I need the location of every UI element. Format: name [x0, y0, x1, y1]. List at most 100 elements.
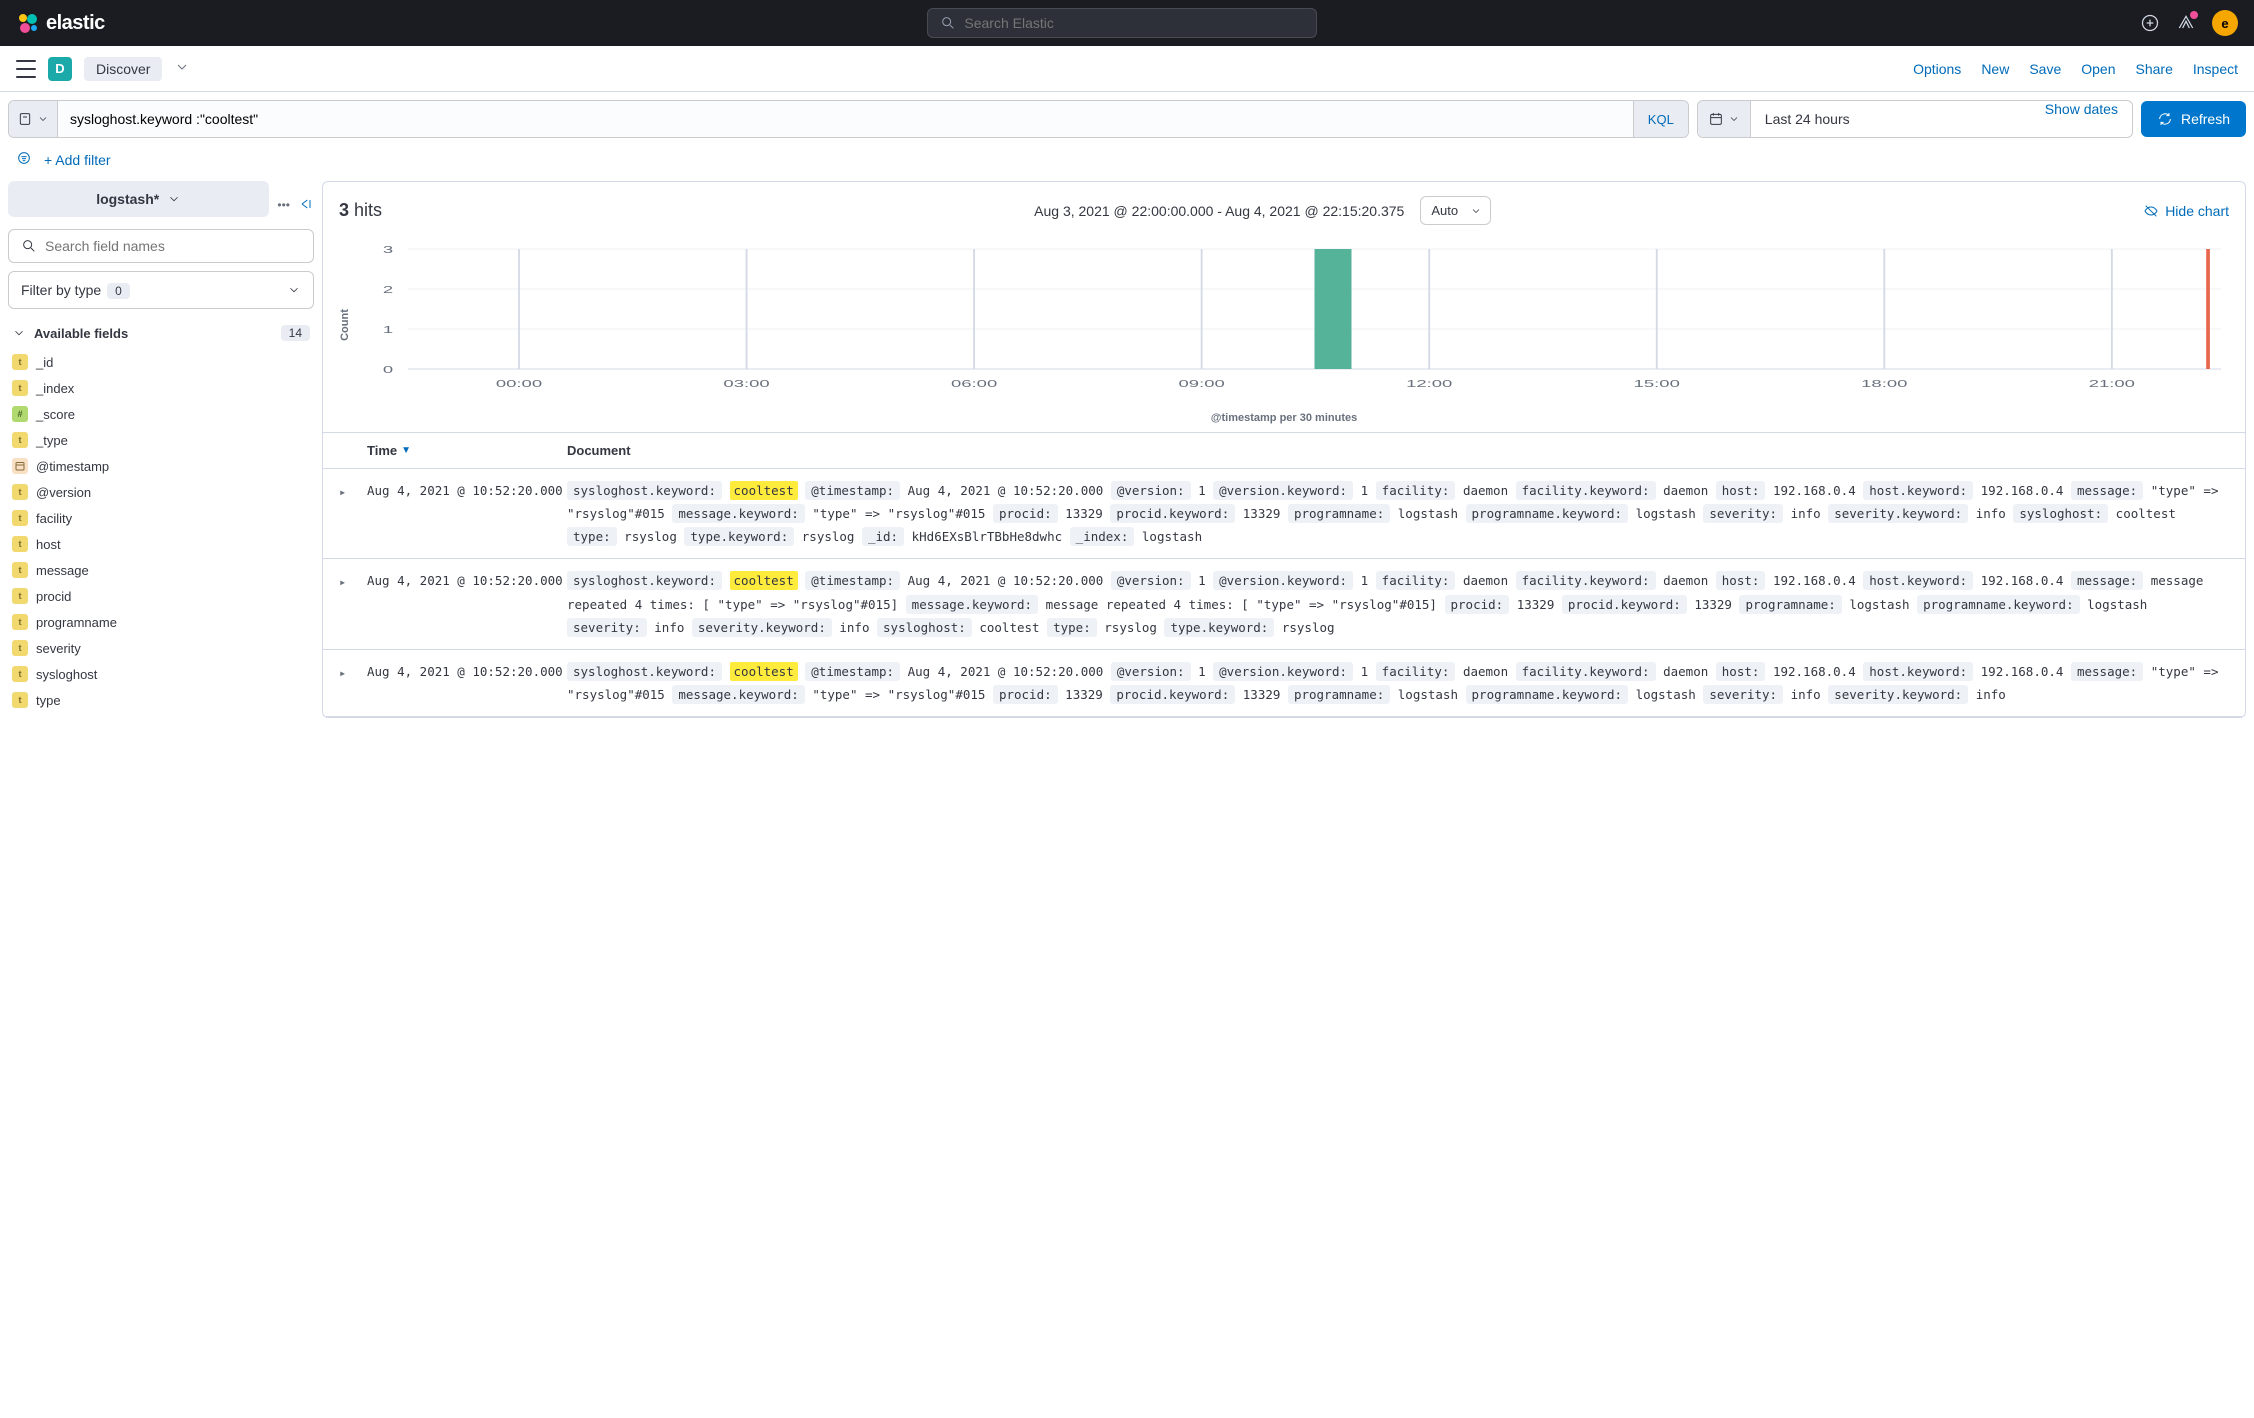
field-key: message: [2071, 662, 2143, 681]
field-value: daemon [1663, 664, 1708, 679]
chevron-down-icon [287, 283, 301, 297]
table-header: Time ▼ Document [323, 433, 2245, 469]
field-item[interactable]: @timestamp [8, 453, 314, 479]
app-name-badge[interactable]: Discover [84, 57, 162, 81]
open-link[interactable]: Open [2081, 61, 2115, 77]
field-value: daemon [1663, 483, 1708, 498]
field-key: @version: [1111, 662, 1191, 681]
query-row: KQL Last 24 hours Show dates Refresh [0, 92, 2254, 146]
field-key: @version: [1111, 481, 1191, 500]
histogram-chart[interactable]: Count 0 1 2 3 [323, 239, 2245, 410]
saved-query-button[interactable] [9, 101, 58, 137]
available-fields-header[interactable]: Available fields 14 [8, 317, 314, 349]
field-search[interactable] [8, 229, 314, 263]
field-item[interactable]: t_type [8, 427, 314, 453]
field-key: procid.keyword: [1110, 504, 1235, 523]
field-value: Aug 4, 2021 @ 10:52:20.000 [908, 664, 1104, 679]
field-key: severity.keyword: [692, 618, 832, 637]
sort-desc-icon: ▼ [401, 445, 411, 456]
filter-icon[interactable] [16, 150, 32, 169]
svg-text:21:00: 21:00 [2089, 379, 2135, 390]
field-item[interactable]: t@version [8, 479, 314, 505]
interval-select[interactable]: Auto [1420, 196, 1491, 225]
field-item[interactable]: tsysloghost [8, 661, 314, 687]
field-value: "type" => "rsyslog"#015 [812, 687, 985, 702]
field-key: message.keyword: [672, 685, 804, 704]
header-icon-1[interactable] [2140, 13, 2160, 33]
field-key: _index: [1070, 527, 1135, 546]
field-item[interactable]: #_score [8, 401, 314, 427]
field-search-input[interactable] [45, 238, 301, 254]
filter-by-type-label: Filter by type [21, 282, 101, 298]
field-name: facility [36, 511, 72, 526]
user-avatar[interactable]: e [2212, 10, 2238, 36]
global-search-input[interactable] [964, 15, 1304, 31]
elastic-logo[interactable]: elastic [16, 11, 105, 35]
field-item[interactable]: tprogramname [8, 609, 314, 635]
hits-count: 3 hits [339, 200, 382, 221]
field-value: 192.168.0.4 [1981, 483, 2064, 498]
sidebar-actions-icon[interactable]: ••• [277, 198, 290, 212]
field-item[interactable]: thost [8, 531, 314, 557]
hide-chart-button[interactable]: Hide chart [2143, 203, 2229, 219]
new-link[interactable]: New [1981, 61, 2009, 77]
chevron-down-icon [12, 326, 26, 340]
global-search[interactable] [927, 8, 1317, 38]
field-name: severity [36, 641, 81, 656]
svg-text:00:00: 00:00 [496, 379, 542, 390]
expand-row-icon[interactable]: ▸ [339, 569, 367, 638]
nav-toggle[interactable] [16, 60, 36, 78]
refresh-button[interactable]: Refresh [2141, 101, 2246, 137]
field-key: sysloghost: [877, 618, 972, 637]
field-item[interactable]: tprocid [8, 583, 314, 609]
share-link[interactable]: Share [2136, 61, 2173, 77]
field-item[interactable]: ttype [8, 687, 314, 713]
field-key: programname.keyword: [1466, 685, 1629, 704]
field-type-icon: t [12, 510, 28, 526]
field-value: cooltest [979, 620, 1039, 635]
field-item[interactable]: t facility [8, 505, 314, 531]
show-dates-link[interactable]: Show dates [2031, 101, 2132, 137]
field-item[interactable]: t_id [8, 349, 314, 375]
field-key: type.keyword: [1164, 618, 1274, 637]
field-key: facility: [1376, 571, 1456, 590]
filter-by-type[interactable]: Filter by type0 [8, 271, 314, 309]
collapse-sidebar-icon[interactable] [298, 196, 314, 215]
field-value: rsyslog [1104, 620, 1157, 635]
column-document[interactable]: Document [567, 443, 2229, 458]
expand-row-icon[interactable]: ▸ [339, 660, 367, 706]
chevron-down-icon [1470, 205, 1482, 217]
newsfeed-icon[interactable] [2176, 13, 2196, 33]
svg-text:15:00: 15:00 [1634, 379, 1680, 390]
field-type-icon: t [12, 380, 28, 396]
column-time[interactable]: Time ▼ [367, 443, 567, 458]
field-key: type.keyword: [684, 527, 794, 546]
kql-toggle[interactable]: KQL [1633, 101, 1688, 137]
add-filter-button[interactable]: + Add filter [44, 152, 111, 168]
field-key: host.keyword: [1863, 662, 1973, 681]
field-value: logstash [2087, 597, 2147, 612]
time-range-display[interactable]: Last 24 hours [1751, 101, 2031, 137]
y-axis-label: Count [339, 309, 351, 341]
field-item[interactable]: t_index [8, 375, 314, 401]
chevron-down-icon[interactable] [174, 59, 190, 78]
field-type-icon: t [12, 484, 28, 500]
query-input[interactable] [58, 101, 1633, 137]
field-key: message.keyword: [672, 504, 804, 523]
inspect-link[interactable]: Inspect [2193, 61, 2238, 77]
row-document: sysloghost.keyword: cooltest @timestamp:… [567, 660, 2229, 706]
field-value: 13329 [1243, 687, 1281, 702]
time-picker-button[interactable] [1698, 101, 1751, 137]
field-key: procid: [993, 504, 1058, 523]
index-pattern-selector[interactable]: logstash* [8, 181, 269, 217]
field-key: host: [1716, 662, 1766, 681]
field-item[interactable]: tmessage [8, 557, 314, 583]
options-link[interactable]: Options [1913, 61, 1961, 77]
field-item[interactable]: tseverity [8, 635, 314, 661]
field-name: @timestamp [36, 459, 109, 474]
field-name: type [36, 693, 61, 708]
field-name: host [36, 537, 61, 552]
expand-row-icon[interactable]: ▸ [339, 479, 367, 548]
save-link[interactable]: Save [2029, 61, 2061, 77]
field-value: info [1976, 506, 2006, 521]
